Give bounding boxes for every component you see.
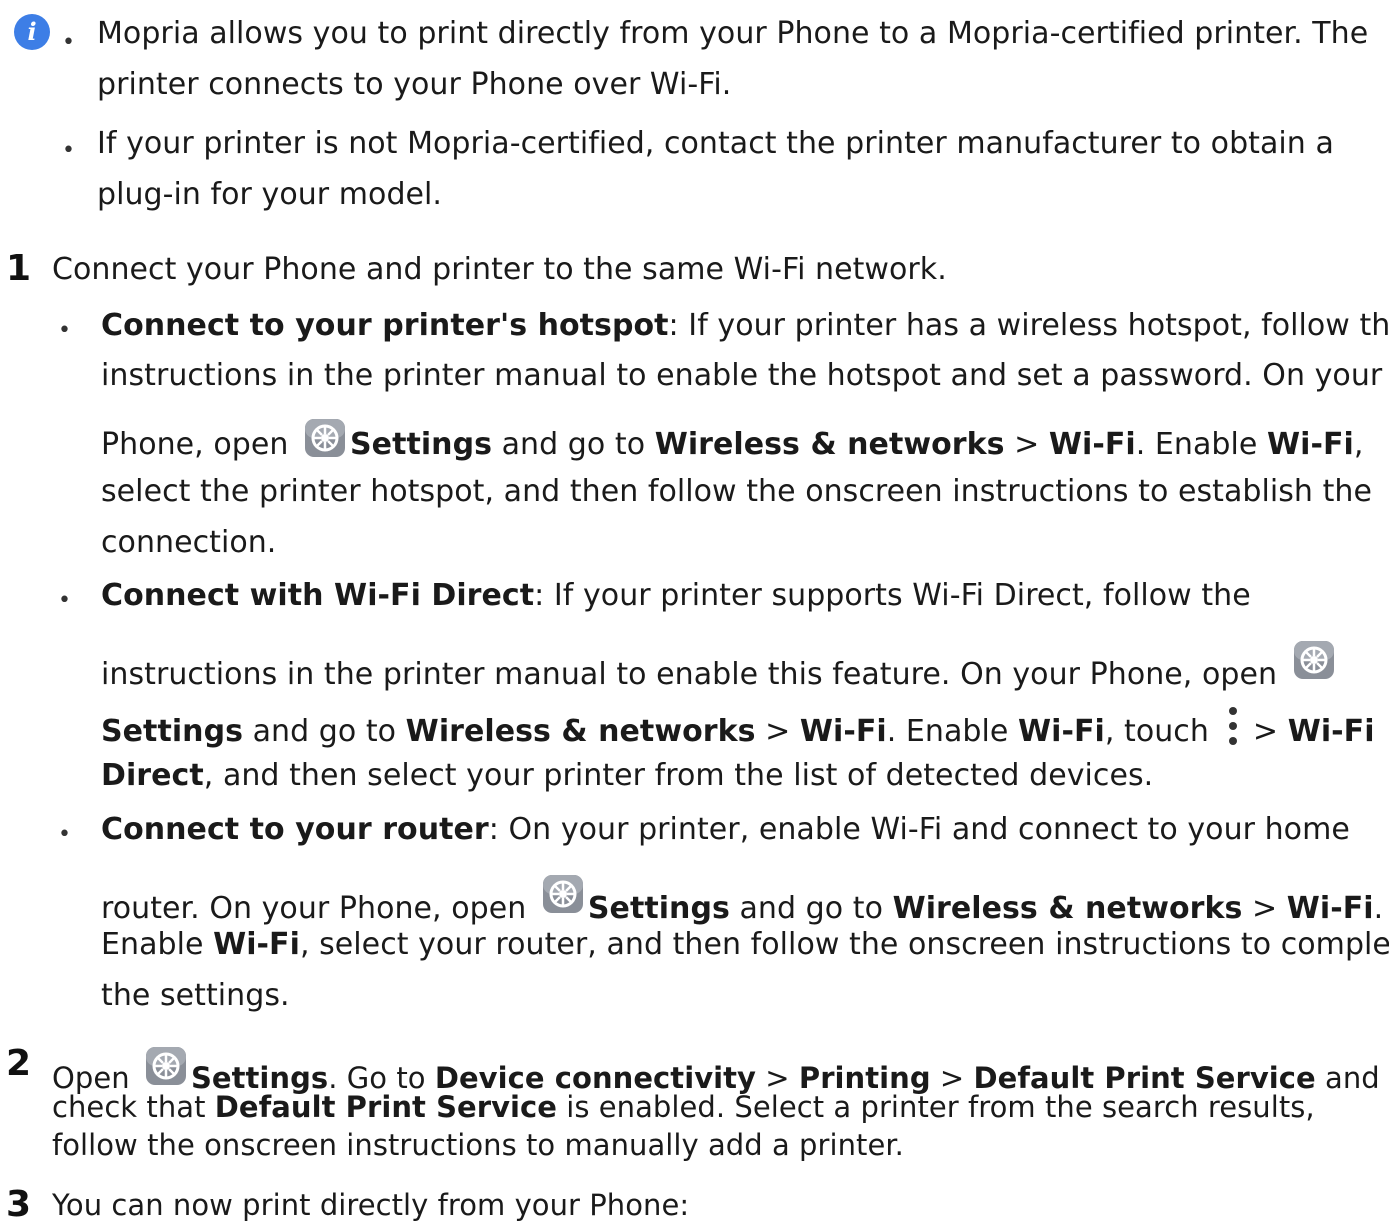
note-line: Mopria allows you to print directly from… xyxy=(97,16,1369,51)
text: check that xyxy=(52,1090,215,1124)
option-line: select the printer hotspot, and then fol… xyxy=(101,474,1372,509)
note-line: plug-in for your model. xyxy=(97,177,443,212)
more-options-icon xyxy=(1228,707,1237,745)
info-icon: i xyxy=(14,14,50,50)
text: router. On your Phone, open xyxy=(101,891,536,926)
text: > xyxy=(1252,714,1288,749)
option-line: Connect to your printer's hotspot: If yo… xyxy=(101,306,1389,346)
note-line: printer connects to your Phone over Wi-F… xyxy=(97,67,732,102)
bullet-dot: • xyxy=(62,30,75,55)
text: : If your printer has a wireless hotspot… xyxy=(668,308,1389,343)
option-line: Settings and go to Wireless & networks >… xyxy=(101,705,1375,752)
bold-term: Wi-Fi xyxy=(1017,714,1105,749)
option-line: router. On your Phone, open Settings and… xyxy=(101,874,1383,929)
bold-term: Settings xyxy=(350,427,493,462)
text: : If your printer supports Wi-Fi Direct,… xyxy=(534,578,1251,613)
bold-term: Settings xyxy=(101,714,244,749)
settings-gear-icon xyxy=(1294,641,1335,679)
text: and go to xyxy=(729,891,893,926)
bold-term: Wi-Fi xyxy=(1267,427,1354,462)
step-text: check that Default Print Service is enab… xyxy=(52,1088,1315,1126)
step-number: 2 xyxy=(6,1043,32,1084)
option-line: instructions in the printer manual to en… xyxy=(101,640,1339,695)
text: > xyxy=(1004,427,1049,462)
text: > xyxy=(1242,891,1287,926)
bullet-dot: • xyxy=(62,138,75,163)
step-text: Connect your Phone and printer to the sa… xyxy=(52,252,947,287)
option-line: connection. xyxy=(101,525,277,560)
text: Phone, open xyxy=(101,427,299,462)
text: : On your printer, enable Wi-Fi and conn… xyxy=(488,812,1350,847)
text: , and then select your printer from the … xyxy=(203,758,1154,793)
settings-gear-icon xyxy=(305,419,346,457)
bold-term: Direct xyxy=(101,758,204,793)
text: is enabled. Select a printer from the se… xyxy=(556,1090,1315,1124)
text: > xyxy=(755,714,800,749)
text: . Enable xyxy=(1135,427,1267,462)
bold-term: Wi-Fi xyxy=(1286,891,1374,926)
bullet-dot: • xyxy=(58,822,71,847)
text: and go to xyxy=(243,714,406,749)
text: . Enable xyxy=(886,714,1018,749)
bold-term: Wi-Fi xyxy=(1287,714,1375,749)
bold-term: Wi-Fi xyxy=(213,927,300,962)
step-number: 1 xyxy=(6,248,32,289)
option-line: the settings. xyxy=(101,978,290,1013)
bold-term: Settings xyxy=(587,891,730,926)
text: . xyxy=(1373,891,1384,926)
settings-gear-icon xyxy=(145,1047,186,1085)
text: Enable xyxy=(101,927,214,962)
option-line: Connect to your router: On your printer,… xyxy=(101,810,1350,850)
bold-term: Wireless & networks xyxy=(654,427,1005,462)
option-line: Enable Wi-Fi, select your router, and th… xyxy=(101,925,1389,965)
bold-term: Wireless & networks xyxy=(892,891,1243,926)
option-line: Direct, and then select your printer fro… xyxy=(101,756,1153,796)
option-title: Connect to your printer's hotspot xyxy=(101,308,669,343)
bold-term: Wireless & networks xyxy=(405,714,756,749)
step-text: follow the onscreen instructions to manu… xyxy=(52,1128,904,1162)
option-line: Phone, open Settings and go to Wireless … xyxy=(101,418,1363,465)
bullet-dot: • xyxy=(58,318,71,343)
option-title: Connect with Wi-Fi Direct xyxy=(101,578,535,613)
bold-term: Default Print Service xyxy=(214,1090,557,1124)
step-text: You can now print directly from your Pho… xyxy=(52,1188,690,1222)
bullet-dot: • xyxy=(58,588,71,613)
text: and go to xyxy=(492,427,655,462)
option-line: instructions in the printer manual to en… xyxy=(101,358,1383,393)
settings-gear-icon xyxy=(542,875,583,913)
bold-term: Wi-Fi xyxy=(1048,427,1136,462)
text: , select your router, and then follow th… xyxy=(299,927,1389,962)
text: instructions in the printer manual to en… xyxy=(101,657,1278,692)
option-line: Connect with Wi-Fi Direct: If your print… xyxy=(101,576,1251,616)
bold-term: Wi-Fi xyxy=(799,714,887,749)
note-line: If your printer is not Mopria-certified,… xyxy=(97,126,1334,161)
option-title: Connect to your router xyxy=(101,812,489,847)
text: and xyxy=(1315,1061,1380,1095)
text: , touch xyxy=(1104,714,1209,749)
text: , xyxy=(1353,427,1364,462)
